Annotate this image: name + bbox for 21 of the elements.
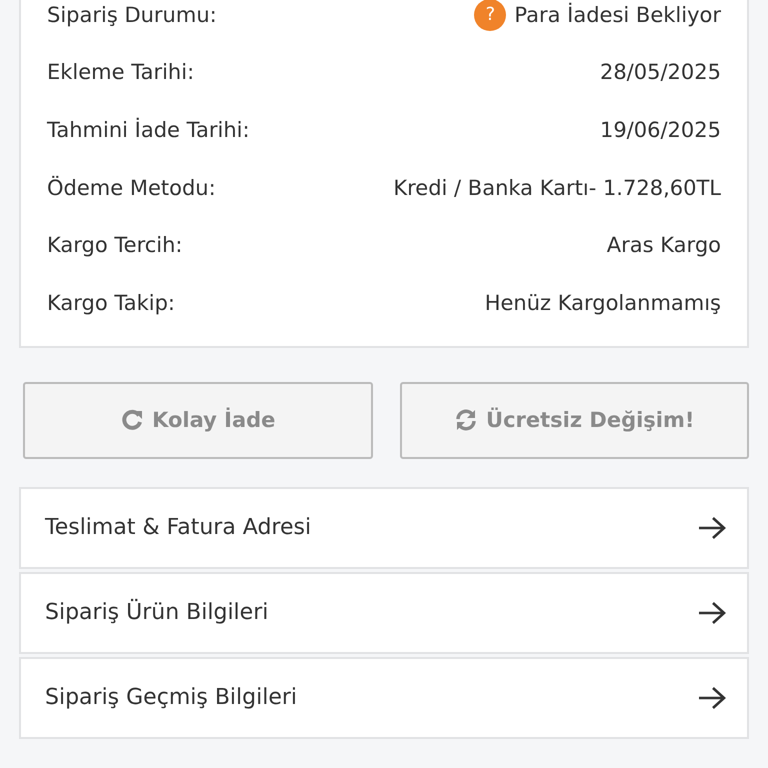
help-icon: ?	[474, 0, 506, 31]
arrow-right-icon	[697, 516, 727, 540]
detail-label: Kargo Takip:	[47, 290, 176, 315]
sync-icon	[454, 408, 478, 432]
nav-list-item[interactable]: Sipariş Geçmiş Bilgileri	[19, 656, 749, 739]
arrow-right-icon	[697, 600, 727, 625]
redo-icon	[120, 408, 144, 432]
detail-value: Henüz Kargolanmamış	[484, 290, 721, 315]
nav-list-item[interactable]: Teslimat & Fatura Adresi	[19, 486, 749, 569]
arrow-right-icon	[697, 686, 727, 710]
detail-label: Sipariş Durumu:	[47, 2, 217, 27]
detail-label: Ödeme Metodu:	[47, 176, 216, 200]
detail-label: Tahmini İade Tarihi:	[47, 118, 250, 142]
detail-label: Ekleme Tarihi:	[47, 60, 194, 84]
detail-value: 28/05/2025	[600, 60, 721, 84]
detail-value: Kredi / Banka Kartı- 1.728,60TL	[393, 176, 721, 200]
detail-value: Para İadesi Bekliyor	[514, 2, 721, 27]
nav-list-item[interactable]: Sipariş Ürün Bilgileri	[19, 572, 749, 654]
detail-value: Aras Kargo	[606, 233, 721, 258]
detail-label: Kargo Tercih:	[47, 233, 183, 258]
detail-value: 19/06/2025	[600, 118, 721, 142]
